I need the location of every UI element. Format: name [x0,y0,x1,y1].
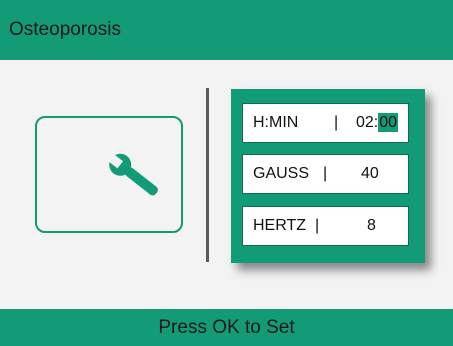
hmin-separator: | [334,114,339,131]
hertz-label: HERTZ [253,217,307,234]
page-title: Osteoporosis [9,19,121,40]
hmin-field[interactable]: H:MIN | 02:00 [242,103,409,143]
settings-tool-button[interactable] [35,116,183,233]
gauss-label: GAUSS [253,165,310,182]
hertz-separator: | [315,217,320,234]
header-bar: Osteoporosis [0,0,453,60]
hmin-label: H:MIN [253,114,299,131]
hmin-hours: 02 [356,114,374,131]
gauss-separator: | [323,165,328,182]
gauss-value: 40 [361,165,379,182]
vertical-divider [206,88,209,262]
footer-bar: Press OK to Set [0,309,453,346]
hertz-field[interactable]: HERTZ | 8 [242,206,409,246]
hmin-value: 02:00 [356,104,399,142]
settings-panel: H:MIN | 02:00 GAUSS | 40 HERTZ | 8 [231,89,425,263]
gauss-field[interactable]: GAUSS | 40 [242,154,409,194]
device-screen: Osteoporosis H:MIN | 02:00 GAUSS | 40 HE… [0,0,453,346]
hmin-minutes-cursor[interactable]: 00 [378,113,399,132]
footer-hint: Press OK to Set [158,317,295,338]
hertz-value: 8 [367,217,376,234]
wrench-icon [107,153,158,196]
